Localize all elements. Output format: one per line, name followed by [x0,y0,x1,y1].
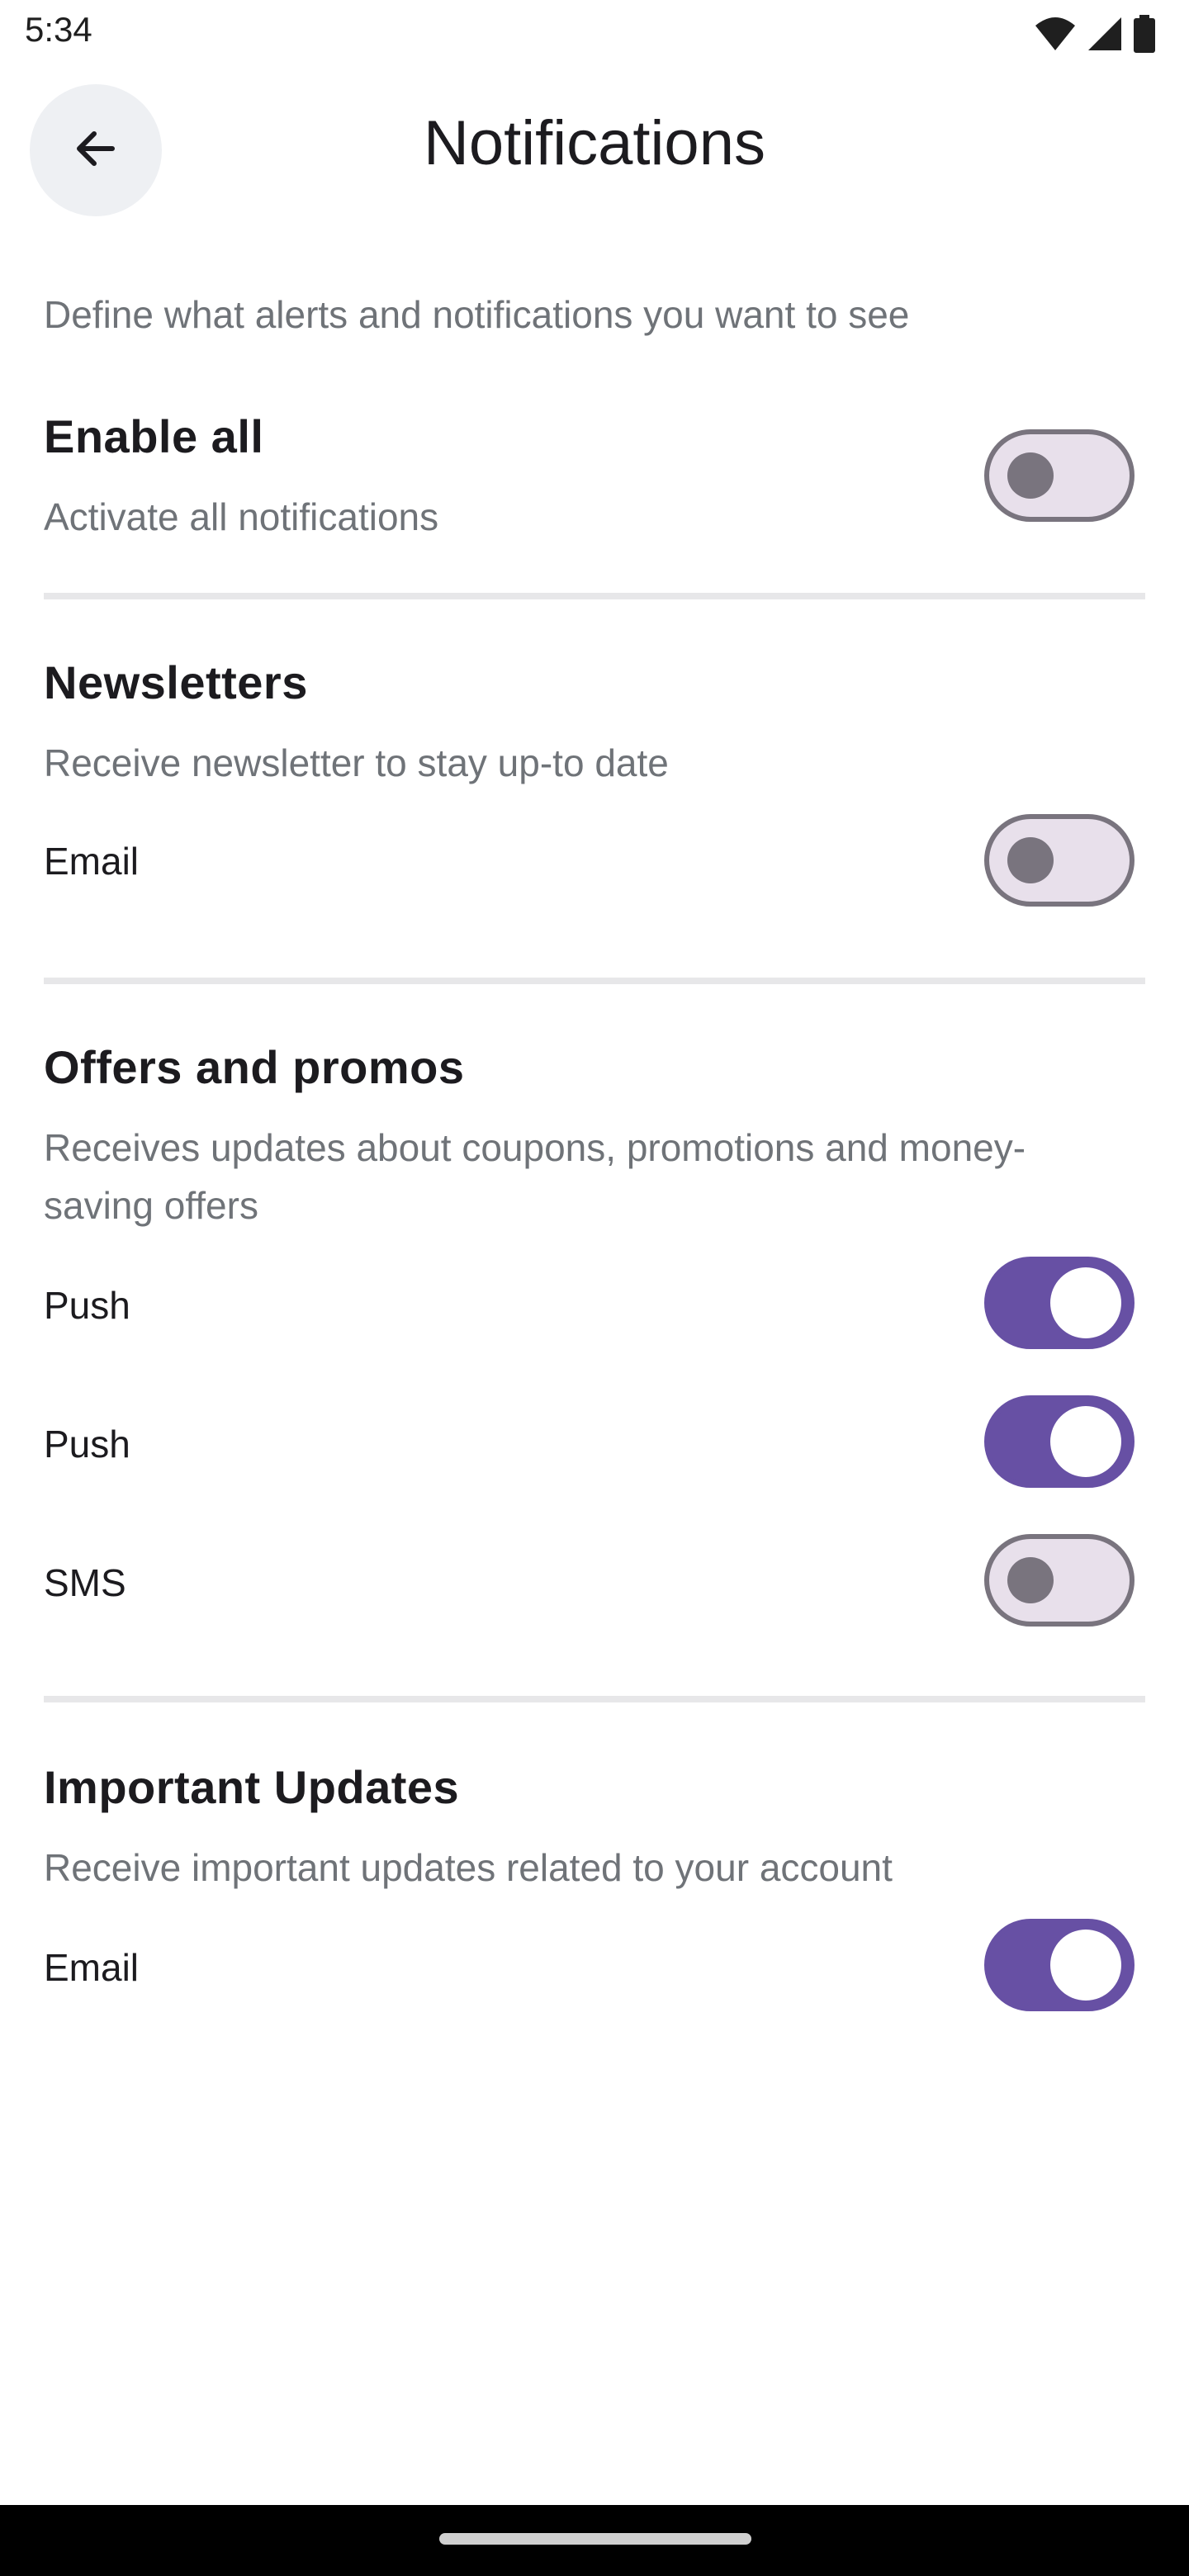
important-updates-email-label: Email [44,1946,140,1989]
status-icons [1034,15,1156,57]
divider [44,593,1145,599]
notifications-screen: 5:34 Notifications Define what alerts an… [0,0,1189,2576]
toggle-knob [1007,837,1054,883]
newsletters-description: Receive newsletter to stay up-to date [44,741,669,784]
offers-push-label-2: Push [44,1423,130,1466]
important-updates-description: Receive important updates related to you… [44,1846,893,1889]
system-navigation-bar [0,2505,1189,2576]
toggle-knob [1007,452,1054,499]
newsletters-email-toggle[interactable] [984,814,1135,907]
important-updates-email-toggle[interactable] [984,1919,1135,2011]
newsletters-email-label: Email [44,840,140,883]
battery-icon [1133,15,1156,57]
wifi-icon [1034,16,1077,56]
status-bar: 5:34 [0,0,1189,69]
page-description: Define what alerts and notifications you… [44,293,910,336]
divider [44,1696,1145,1702]
offers-push-toggle-2[interactable] [984,1395,1135,1488]
home-gesture-handle[interactable] [439,2533,751,2545]
toggle-knob [1050,1406,1121,1477]
divider [44,978,1145,984]
enable-all-toggle[interactable] [984,429,1135,522]
toggle-knob [1050,1930,1121,2001]
page-title: Notifications [424,108,765,178]
important-updates-title: Important Updates [44,1761,460,1813]
status-time: 5:34 [25,10,92,49]
offers-sms-label: SMS [44,1561,126,1604]
offers-sms-toggle[interactable] [984,1534,1135,1627]
offers-push-toggle[interactable] [984,1257,1135,1349]
offers-push-label: Push [44,1284,130,1327]
offers-promos-title: Offers and promos [44,1041,465,1093]
enable-all-description: Activate all notifications [44,495,439,538]
toggle-knob [1007,1557,1054,1603]
cell-signal-icon [1087,16,1123,56]
newsletters-title: Newsletters [44,656,308,708]
enable-all-title: Enable all [44,410,264,462]
toggle-knob [1050,1267,1121,1338]
offers-promos-description: Receives updates about coupons, promotio… [44,1126,1026,1227]
